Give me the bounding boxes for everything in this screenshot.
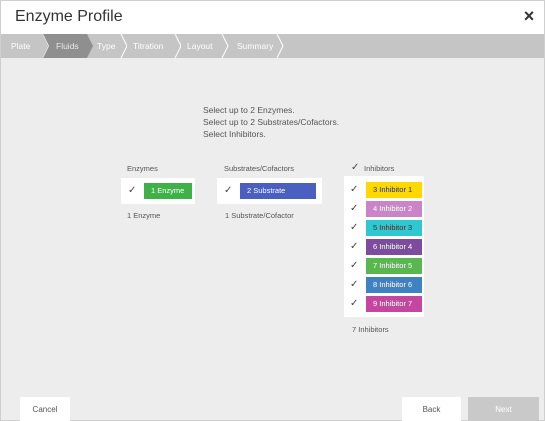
- inhibitor-item[interactable]: ✓ 3 Inhibitor 1: [350, 182, 422, 198]
- instructions-text: Select up to 2 Enzymes. Select up to 2 S…: [203, 104, 339, 140]
- substrates-header: Substrates/Cofactors: [224, 164, 295, 173]
- checkmark-icon[interactable]: ✓: [350, 279, 360, 290]
- checkmark-icon[interactable]: ✓: [350, 222, 360, 233]
- checkmark-icon[interactable]: ✓: [128, 185, 138, 196]
- instruction-substrates: Select up to 2 Substrates/Cofactors.: [203, 117, 340, 127]
- checkmark-icon[interactable]: ✓: [224, 185, 234, 196]
- checkmark-icon[interactable]: ✓: [350, 241, 360, 252]
- checkmark-icon[interactable]: ✓: [350, 260, 360, 271]
- title-bar: Enzyme Profile ×: [1, 1, 544, 34]
- inhibitor-item[interactable]: ✓ 5 Inhibitor 3: [350, 220, 422, 236]
- inhibitor-item[interactable]: ✓ 4 Inhibitor 2: [350, 201, 422, 217]
- enzymes-header: Enzymes: [127, 164, 158, 173]
- breadcrumb-step-plate[interactable]: Plate: [1, 34, 49, 58]
- inhibitor-chip: 5 Inhibitor 3: [366, 220, 422, 236]
- inhibitor-chip: 4 Inhibitor 2: [366, 201, 422, 217]
- instruction-enzymes: Select up to 2 Enzymes.: [203, 105, 295, 115]
- inhibitor-item[interactable]: ✓ 7 Inhibitor 5: [350, 258, 422, 274]
- substrate-item[interactable]: ✓ 2 Substrate: [224, 183, 320, 199]
- inhibitor-chip: 8 Inhibitor 6: [366, 277, 422, 293]
- breadcrumb-label-layout: Layout: [187, 41, 213, 51]
- inhibitors-count: 7 Inhibitors: [352, 325, 389, 334]
- breadcrumb-label-plate: Plate: [11, 41, 31, 51]
- inhibitors-panel: ✓ 3 Inhibitor 1 ✓ 4 Inhibitor 2 ✓ 5 Inhi…: [344, 176, 424, 317]
- enzyme-item[interactable]: ✓ 1 Enzyme: [128, 183, 192, 199]
- next-button[interactable]: Next: [468, 397, 539, 421]
- inhibitor-chip: 6 Inhibitor 4: [366, 239, 422, 255]
- enzyme-chip: 1 Enzyme: [144, 183, 192, 199]
- breadcrumb-step-type[interactable]: Type: [93, 34, 127, 58]
- inhibitor-item[interactable]: ✓ 9 Inhibitor 7: [350, 296, 422, 312]
- inhibitor-item[interactable]: ✓ 8 Inhibitor 6: [350, 277, 422, 293]
- breadcrumb-step-titration[interactable]: Titration: [127, 34, 181, 58]
- inhibitor-chip: 3 Inhibitor 1: [366, 182, 422, 198]
- breadcrumb-label-summary: Summary: [237, 41, 274, 51]
- breadcrumb-step-layout[interactable]: Layout: [181, 34, 229, 58]
- breadcrumb-label-fluids: Fluids: [56, 41, 79, 51]
- checkmark-icon[interactable]: ✓: [350, 298, 360, 309]
- inhibitors-select-all-checkbox[interactable]: ✓: [351, 162, 361, 173]
- checkmark-icon[interactable]: ✓: [350, 203, 360, 214]
- breadcrumb-label-type: Type: [97, 41, 116, 51]
- instruction-inhibitors: Select Inhibitors.: [203, 129, 266, 139]
- inhibitors-header: Inhibitors: [364, 164, 395, 173]
- enzyme-profile-dialog: Enzyme Profile × Plate Fluids Type Titra…: [0, 0, 545, 421]
- substrates-count: 1 Substrate/Cofactor: [225, 211, 294, 220]
- dialog-title: Enzyme Profile: [15, 8, 123, 25]
- enzymes-count: 1 Enzyme: [127, 211, 161, 220]
- breadcrumb-step-fluids[interactable]: Fluids: [43, 34, 93, 58]
- inhibitor-item[interactable]: ✓ 6 Inhibitor 4: [350, 239, 422, 255]
- substrate-chip: 2 Substrate: [240, 183, 316, 199]
- back-button[interactable]: Back: [402, 397, 461, 421]
- substrates-panel: ✓ 2 Substrate: [217, 178, 322, 204]
- inhibitor-chip: 9 Inhibitor 7: [366, 296, 422, 312]
- enzymes-panel: ✓ 1 Enzyme: [121, 178, 195, 204]
- checkmark-icon[interactable]: ✓: [350, 184, 360, 195]
- close-icon[interactable]: ×: [520, 7, 538, 25]
- breadcrumb-step-summary[interactable]: Summary: [229, 34, 284, 58]
- breadcrumb-label-titration: Titration: [133, 41, 164, 51]
- inhibitor-chip: 7 Inhibitor 5: [366, 258, 422, 274]
- cancel-button[interactable]: Cancel: [20, 397, 70, 421]
- wizard-breadcrumb: Plate Fluids Type Titration Layout Summa…: [1, 34, 544, 58]
